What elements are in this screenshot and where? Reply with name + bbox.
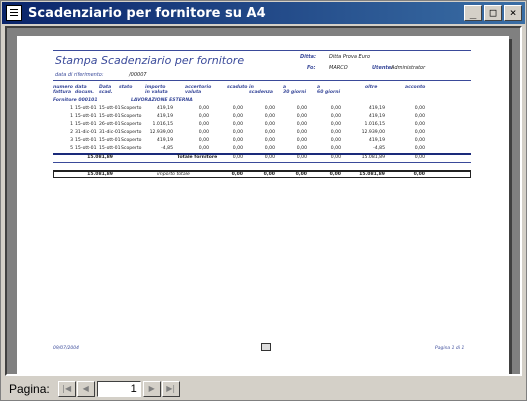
row-date: 15-ott-01 xyxy=(99,106,121,111)
column-header: oltre xyxy=(365,85,378,90)
group-name: LAVORAZIONE ESTERNA xyxy=(131,98,193,103)
window-title: Scadenziario per fornitore su A4 xyxy=(28,5,266,21)
row-amount: 0,00 xyxy=(414,130,425,135)
row-amount: 12.939,00 xyxy=(149,130,173,135)
title-bar[interactable]: Scadenziario per fornitore su A4 _ □ × xyxy=(2,2,525,24)
row-number: 3 xyxy=(70,138,73,143)
group-label: Fornitore 000101 xyxy=(53,98,98,103)
column-header: 60 giorni xyxy=(317,90,341,95)
column-header: 30 giorni xyxy=(283,90,307,95)
previous-page-button[interactable]: ◀ xyxy=(76,381,95,397)
column-header: docum. xyxy=(75,90,94,95)
row-date: 15-ott-01 xyxy=(99,138,121,143)
subtotal-bottom-rule xyxy=(53,162,471,163)
grand-total-amount: 15.081,89 xyxy=(87,172,113,177)
row-amount: 419,19 xyxy=(156,138,173,143)
subtotal-amount: 15.081,89 xyxy=(87,155,113,160)
grand-total-value: 15.081,89 xyxy=(359,172,385,177)
page-number-input[interactable]: 1 xyxy=(96,381,141,397)
grand-total-value: 0,00 xyxy=(329,172,341,177)
row-amount: -4,85 xyxy=(161,146,173,151)
row-date: 15-ott-01 xyxy=(75,122,97,127)
report-window: Scadenziario per fornitore su A4 _ □ × S… xyxy=(0,0,527,401)
row-date: 15-ott-01 xyxy=(75,138,97,143)
close-button[interactable]: × xyxy=(504,5,522,21)
row-amount: 0,00 xyxy=(414,114,425,119)
row-amount: 1.016,15 xyxy=(364,122,385,127)
first-page-button[interactable]: |◀ xyxy=(57,381,76,397)
row-amount: 1.016,15 xyxy=(152,122,173,127)
row-amount: 0,00 xyxy=(330,138,341,143)
column-header: scadenza xyxy=(249,90,274,95)
next-page-button[interactable]: ▶ xyxy=(142,381,161,397)
row-amount: 0,00 xyxy=(330,146,341,151)
row-date: 26-ott-01 xyxy=(99,122,121,127)
row-number: 2 xyxy=(70,130,73,135)
column-header: fattura xyxy=(53,90,72,95)
page-label: Pagina: xyxy=(9,382,50,396)
row-amount: 419,19 xyxy=(368,106,385,111)
row-date: 31-dic-01 xyxy=(99,130,121,135)
row-number: 1 xyxy=(70,106,73,111)
row-amount: 0,00 xyxy=(414,122,425,127)
row-amount: 0,00 xyxy=(330,122,341,127)
row-number: 1 xyxy=(70,114,73,119)
row-amount: 0,00 xyxy=(330,106,341,111)
row-date: 15-ott-01 xyxy=(99,114,121,119)
report-logo-icon xyxy=(261,343,271,351)
column-header: stato xyxy=(119,85,133,90)
row-amount: -4,85 xyxy=(373,146,385,151)
column-header: scad. xyxy=(99,90,113,95)
column-header: in valuta xyxy=(145,90,168,95)
row-amount: 419,19 xyxy=(368,114,385,119)
maximize-button[interactable]: □ xyxy=(484,5,502,21)
navigation-bar: Pagina: |◀ ◀ 1 ▶ ▶| xyxy=(3,378,524,400)
grand-total-label: importo totale xyxy=(157,172,190,177)
row-amount: 0,00 xyxy=(414,106,425,111)
row-amount: 419,19 xyxy=(156,114,173,119)
row-amount: 12.939,00 xyxy=(361,130,385,135)
preview-area[interactable]: Stampa Scadenziario per fornitore Ditta:… xyxy=(5,26,522,376)
row-amount: 419,19 xyxy=(368,138,385,143)
column-header: valuta xyxy=(185,90,202,95)
row-date: 15-ott-01 xyxy=(75,114,97,119)
subtotal-value: 0,00 xyxy=(414,155,425,160)
report-page: Stampa Scadenziario per fornitore Ditta:… xyxy=(17,36,509,374)
row-date: 15-ott-01 xyxy=(75,146,97,151)
row-date: 31-dic-01 xyxy=(75,130,97,135)
row-amount: 0,00 xyxy=(414,146,425,151)
row-amount: 0,00 xyxy=(414,138,425,143)
subtotal-value: 0,00 xyxy=(330,155,341,160)
column-header: scaduto xyxy=(227,85,248,90)
row-amount: 419,19 xyxy=(156,106,173,111)
footer-page: Pagina 1 di 1 xyxy=(435,346,465,351)
report-app-icon xyxy=(6,5,22,21)
row-date: 15-ott-01 xyxy=(75,106,97,111)
column-header: acconto xyxy=(405,85,426,90)
scadenziario-table: numero fattura data docum. Data scad. stato imp… xyxy=(17,36,509,374)
subtotal-value: 15.081,89 xyxy=(361,155,385,160)
row-number: 5 xyxy=(70,146,73,151)
row-amount: 0,00 xyxy=(330,130,341,135)
last-page-button[interactable]: ▶| xyxy=(161,381,180,397)
grand-total-value: 0,00 xyxy=(413,172,425,177)
footer-date: 09/07/2004 xyxy=(53,346,79,351)
minimize-button[interactable]: _ xyxy=(464,5,482,21)
row-number: 1 xyxy=(70,122,73,127)
row-date: 15-ott-01 xyxy=(99,146,121,151)
row-amount: 0,00 xyxy=(330,114,341,119)
